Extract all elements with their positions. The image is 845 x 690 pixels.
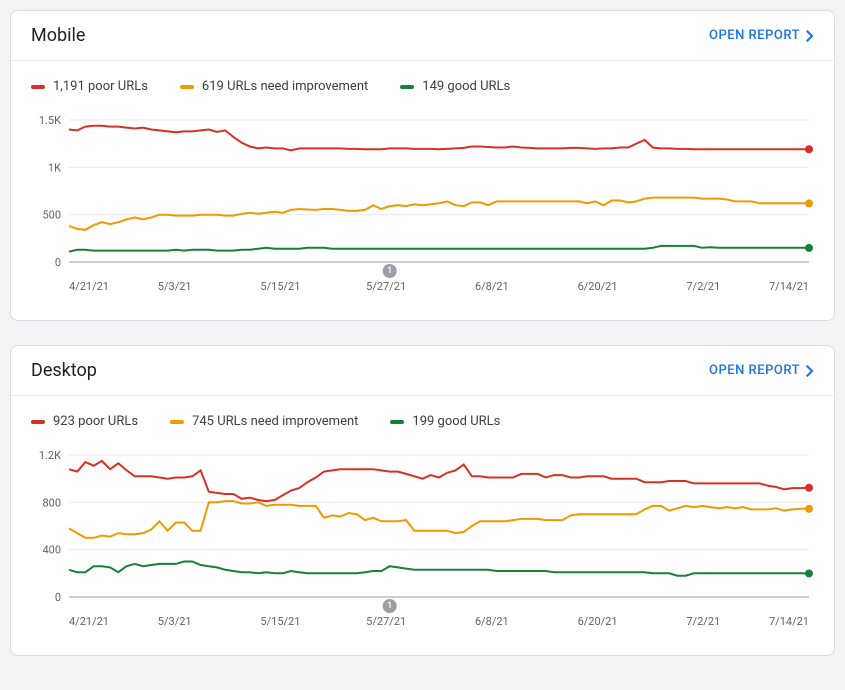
svg-text:1.5K: 1.5K xyxy=(39,114,61,127)
card-title-desktop: Desktop xyxy=(31,360,97,381)
legend-dash-orange xyxy=(170,420,184,424)
legend-dash-orange xyxy=(180,85,194,89)
mobile-card: Mobile OPEN REPORT 1,191 poor URLs 619 U… xyxy=(10,10,835,321)
legend-dash-green xyxy=(400,85,414,89)
svg-text:5/27/21: 5/27/21 xyxy=(366,615,406,628)
legend-label-good: 199 good URLs xyxy=(412,414,500,429)
svg-text:0: 0 xyxy=(55,591,61,604)
svg-text:500: 500 xyxy=(42,209,61,222)
legend-label-improve: 619 URLs need improvement xyxy=(202,79,368,94)
legend-item-improve: 745 URLs need improvement xyxy=(170,414,358,429)
legend-item-good: 199 good URLs xyxy=(390,414,500,429)
svg-text:7/14/21: 7/14/21 xyxy=(769,280,809,293)
open-report-label: OPEN REPORT xyxy=(709,28,800,43)
legend-item-improve: 619 URLs need improvement xyxy=(180,79,368,94)
svg-text:1.2K: 1.2K xyxy=(39,449,61,462)
chevron-right-icon xyxy=(806,365,814,377)
open-report-label: OPEN REPORT xyxy=(709,363,800,378)
svg-text:7/14/21: 7/14/21 xyxy=(769,615,809,628)
svg-text:6/20/21: 6/20/21 xyxy=(578,615,618,628)
legend-label-poor: 1,191 poor URLs xyxy=(53,79,148,94)
svg-text:1: 1 xyxy=(387,266,392,276)
chart-area-mobile: 0 500 1K 1.5K 4/21/21 5/3/21 5/15/21 5/27/21 6/8… xyxy=(11,104,834,320)
card-title-mobile: Mobile xyxy=(31,25,85,46)
legend-item-poor: 923 poor URLs xyxy=(31,414,138,429)
legend-label-poor: 923 poor URLs xyxy=(53,414,138,429)
svg-text:5/3/21: 5/3/21 xyxy=(158,615,192,628)
legend-item-good: 149 good URLs xyxy=(400,79,510,94)
svg-text:400: 400 xyxy=(42,544,61,557)
legend-dash-red xyxy=(31,85,45,89)
open-report-link-desktop[interactable]: OPEN REPORT xyxy=(709,363,814,378)
svg-text:7/2/21: 7/2/21 xyxy=(686,615,720,628)
svg-text:5/27/21: 5/27/21 xyxy=(366,280,406,293)
line-chart-mobile: 0 500 1K 1.5K 4/21/21 5/3/21 5/15/21 5/27/21 6/8… xyxy=(31,112,814,302)
chart-area-desktop: 0 400 800 1.2K 4/21/21 5/3/21 5/15/21 5/27/21 6/… xyxy=(11,439,834,655)
chart-legend-desktop: 923 poor URLs 745 URLs need improvement … xyxy=(11,396,834,439)
svg-text:6/8/21: 6/8/21 xyxy=(475,615,509,628)
legend-dash-red xyxy=(31,420,45,424)
line-chart-desktop: 0 400 800 1.2K 4/21/21 5/3/21 5/15/21 5/27/21 6/… xyxy=(31,447,814,637)
legend-dash-green xyxy=(390,420,404,424)
svg-text:1K: 1K xyxy=(48,161,61,174)
card-header: Mobile OPEN REPORT xyxy=(11,11,834,60)
legend-label-good: 149 good URLs xyxy=(422,79,510,94)
svg-text:6/8/21: 6/8/21 xyxy=(475,280,509,293)
svg-text:7/2/21: 7/2/21 xyxy=(686,280,720,293)
svg-text:6/20/21: 6/20/21 xyxy=(578,280,618,293)
svg-text:5/3/21: 5/3/21 xyxy=(158,280,192,293)
svg-text:5/15/21: 5/15/21 xyxy=(260,615,300,628)
legend-item-poor: 1,191 poor URLs xyxy=(31,79,148,94)
chart-legend-mobile: 1,191 poor URLs 619 URLs need improvemen… xyxy=(11,61,834,104)
card-header: Desktop OPEN REPORT xyxy=(11,346,834,395)
svg-text:4/21/21: 4/21/21 xyxy=(69,615,109,628)
svg-text:0: 0 xyxy=(55,256,61,269)
desktop-card: Desktop OPEN REPORT 923 poor URLs 745 UR… xyxy=(10,345,835,656)
svg-text:5/15/21: 5/15/21 xyxy=(260,280,300,293)
open-report-link-mobile[interactable]: OPEN REPORT xyxy=(709,28,814,43)
chevron-right-icon xyxy=(806,30,814,42)
legend-label-improve: 745 URLs need improvement xyxy=(192,414,358,429)
svg-text:4/21/21: 4/21/21 xyxy=(69,280,109,293)
svg-text:1: 1 xyxy=(387,601,392,611)
svg-text:800: 800 xyxy=(42,496,61,509)
